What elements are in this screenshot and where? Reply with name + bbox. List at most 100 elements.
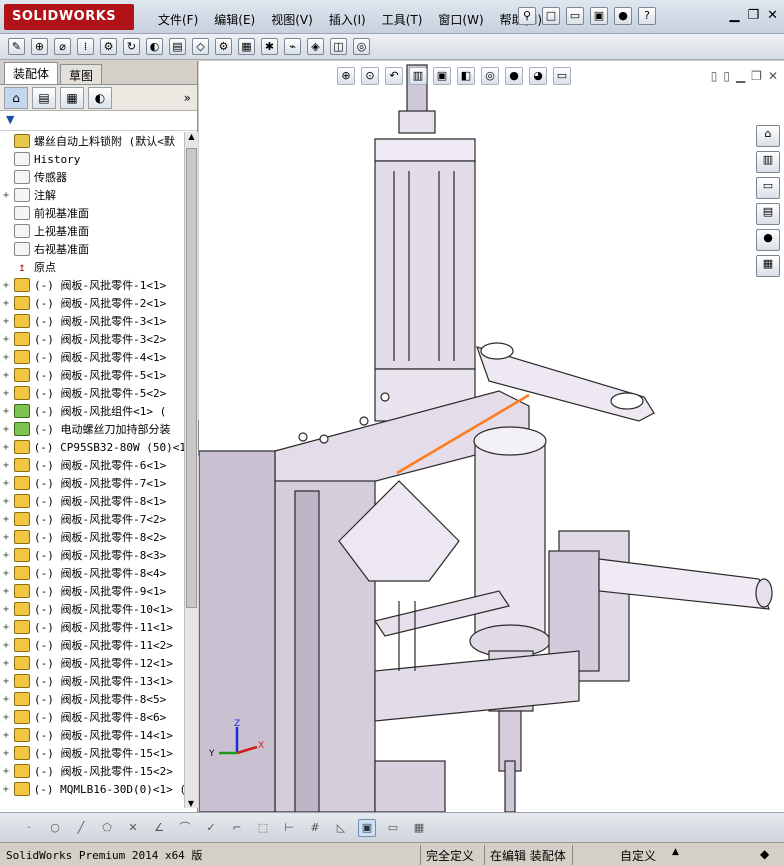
tree-item[interactable]: + (-) 阀板-风批零件-8<5>: [0, 690, 184, 708]
restore-icon[interactable]: ❐: [747, 8, 759, 23]
expander-icon[interactable]: +: [0, 532, 12, 543]
unit-system[interactable]: 自定义: [620, 847, 656, 864]
home-icon[interactable]: ⌂: [756, 125, 780, 147]
tree-scrollbar[interactable]: ▲ ▼: [184, 132, 198, 808]
exploded-view-icon[interactable]: ✱: [261, 38, 278, 55]
expand-panel-icon[interactable]: »: [184, 91, 191, 105]
assembly-features-icon[interactable]: ▤: [169, 38, 186, 55]
open-folder-icon[interactable]: ▭: [566, 7, 584, 25]
tree-item[interactable]: + (-) 阀板-风批零件-5<2>: [0, 384, 184, 402]
edit-component-icon[interactable]: ✎: [8, 38, 25, 55]
menu-view[interactable]: 视图(V): [263, 9, 321, 30]
tree-item[interactable]: + (-) 阀板-风批零件-2<1>: [0, 294, 184, 312]
expander-icon[interactable]: +: [0, 424, 12, 435]
expander-icon[interactable]: +: [0, 676, 12, 687]
viewport-minimize-icon[interactable]: ▁: [736, 69, 745, 83]
assembly-model[interactable]: [199, 61, 784, 812]
tree-item[interactable]: + 注解: [0, 186, 184, 204]
expander-icon[interactable]: +: [0, 640, 12, 651]
move-component-icon[interactable]: ↻: [123, 38, 140, 55]
expander-icon[interactable]: +: [0, 334, 12, 345]
previous-view-icon[interactable]: ↶: [385, 67, 403, 85]
expander-icon[interactable]: +: [0, 730, 12, 741]
smart-fastener-icon[interactable]: ⚙: [100, 38, 117, 55]
tree-item[interactable]: + (-) 阀板-风批零件-10<1>: [0, 600, 184, 618]
tree-item[interactable]: + (-) 电动螺丝刀加持部分装: [0, 420, 184, 438]
expander-icon[interactable]: +: [0, 514, 12, 525]
unit-dropdown-icon[interactable]: ▲: [672, 847, 679, 857]
scroll-up-icon[interactable]: ▲: [185, 132, 198, 141]
tree-item[interactable]: + (-) 阀板-风批零件-12<1>: [0, 654, 184, 672]
tree-item[interactable]: + (-) 阀板-风批零件-4<1>: [0, 348, 184, 366]
tree-item[interactable]: + (-) 阀板-风批零件-11<1>: [0, 618, 184, 636]
tree-item[interactable]: + (-) 阀板-风批零件-5<1>: [0, 366, 184, 384]
scroll-thumb[interactable]: [186, 148, 197, 608]
property-manager-icon[interactable]: ▤: [32, 86, 56, 109]
corner-icon[interactable]: ⌐: [228, 819, 246, 837]
appearances-icon[interactable]: ●: [756, 229, 780, 251]
expander-icon[interactable]: +: [0, 316, 12, 327]
tree-item[interactable]: + (-) 阀板-风批零件-3<2>: [0, 330, 184, 348]
viewport-close-icon[interactable]: ✕: [768, 69, 778, 83]
tree-item[interactable]: + (-) 阀板-风批零件-3<1>: [0, 312, 184, 330]
pin-icon[interactable]: ⚲: [518, 7, 536, 25]
tree-item[interactable]: + (-) 阀板-风批零件-8<4>: [0, 564, 184, 582]
point-icon[interactable]: ·: [20, 819, 38, 837]
trim-icon[interactable]: ✕: [124, 819, 142, 837]
scene-icon[interactable]: ◕: [529, 67, 547, 85]
menu-window[interactable]: 窗口(W): [430, 9, 491, 30]
viewport-split-icon[interactable]: ▯: [711, 69, 718, 83]
bill-of-materials-icon[interactable]: ▦: [238, 38, 255, 55]
expander-icon[interactable]: +: [0, 460, 12, 471]
tree-item[interactable]: + (-) 阀板-风批零件-15<2>: [0, 762, 184, 780]
minimize-icon[interactable]: ▁: [729, 8, 739, 23]
tree-item[interactable]: 上视基准面: [0, 222, 184, 240]
rebuild-icon[interactable]: ●: [614, 7, 632, 25]
tree-item[interactable]: + (-) MQMLB16-30D(0)<1> (: [0, 780, 184, 798]
expander-icon[interactable]: +: [0, 712, 12, 723]
expander-icon[interactable]: +: [0, 442, 12, 453]
expander-icon[interactable]: +: [0, 784, 12, 795]
menu-edit[interactable]: 编辑(E): [206, 9, 263, 30]
expander-icon[interactable]: +: [0, 658, 12, 669]
table-icon[interactable]: ▦: [410, 819, 428, 837]
tree-item[interactable]: 前视基准面: [0, 204, 184, 222]
section-view-icon[interactable]: ▥: [409, 67, 427, 85]
tree-item[interactable]: + (-) 阀板-风批零件-6<1>: [0, 456, 184, 474]
line-icon[interactable]: ╱: [72, 819, 90, 837]
expander-icon[interactable]: +: [0, 586, 12, 597]
explode-line-icon[interactable]: ⌁: [284, 38, 301, 55]
dashed-rect-icon[interactable]: ⬚: [254, 819, 272, 837]
arc-icon[interactable]: ⌒: [176, 819, 194, 837]
expander-icon[interactable]: +: [0, 748, 12, 759]
tree-item[interactable]: + (-) 阀板-风批零件-8<3>: [0, 546, 184, 564]
tree-item[interactable]: + (-) 阀板-风批零件-14<1>: [0, 726, 184, 744]
expander-icon[interactable]: +: [0, 604, 12, 615]
angle-icon[interactable]: ∠: [150, 819, 168, 837]
mate-icon[interactable]: ⌀: [54, 38, 71, 55]
display-manager-icon[interactable]: ◐: [88, 86, 112, 109]
zoom-to-fit-icon[interactable]: ⊕: [337, 67, 355, 85]
polygon-icon[interactable]: ⬠: [98, 819, 116, 837]
configuration-manager-icon[interactable]: ▦: [60, 86, 84, 109]
tree-item[interactable]: + (-) 阀板-风批组件<1> (: [0, 402, 184, 420]
dimension-icon[interactable]: ⊢: [280, 819, 298, 837]
menu-tools[interactable]: 工具(T): [374, 9, 431, 30]
check-icon[interactable]: ✓: [202, 819, 220, 837]
interference-icon[interactable]: ◈: [307, 38, 324, 55]
slope-icon[interactable]: ◺: [332, 819, 350, 837]
tree-item[interactable]: + (-) 阀板-风批零件-7<1>: [0, 474, 184, 492]
expander-icon[interactable]: +: [0, 694, 12, 705]
expander-icon[interactable]: +: [0, 370, 12, 381]
tab-sketch[interactable]: 草图: [60, 64, 103, 84]
expander-icon[interactable]: +: [0, 388, 12, 399]
clearance-icon[interactable]: ◫: [330, 38, 347, 55]
viewport-restore-icon[interactable]: ❐: [751, 69, 762, 83]
tree-item[interactable]: + (-) CP95SB32-80W (50)<1: [0, 438, 184, 456]
hole-alignment-icon[interactable]: ◎: [353, 38, 370, 55]
design-library-icon[interactable]: ▥: [756, 151, 780, 173]
expander-icon[interactable]: +: [0, 352, 12, 363]
graphics-area[interactable]: ⊕ ⊙ ↶ ▥ ▣ ◧ ◎ ● ◕ ▭ ▯ ▯ ▁ ❐ ✕ ⌂ ▥ ▭ ▤ ● …: [199, 61, 784, 812]
tab-assembly[interactable]: 装配体: [4, 62, 59, 84]
expander-icon[interactable]: +: [0, 568, 12, 579]
